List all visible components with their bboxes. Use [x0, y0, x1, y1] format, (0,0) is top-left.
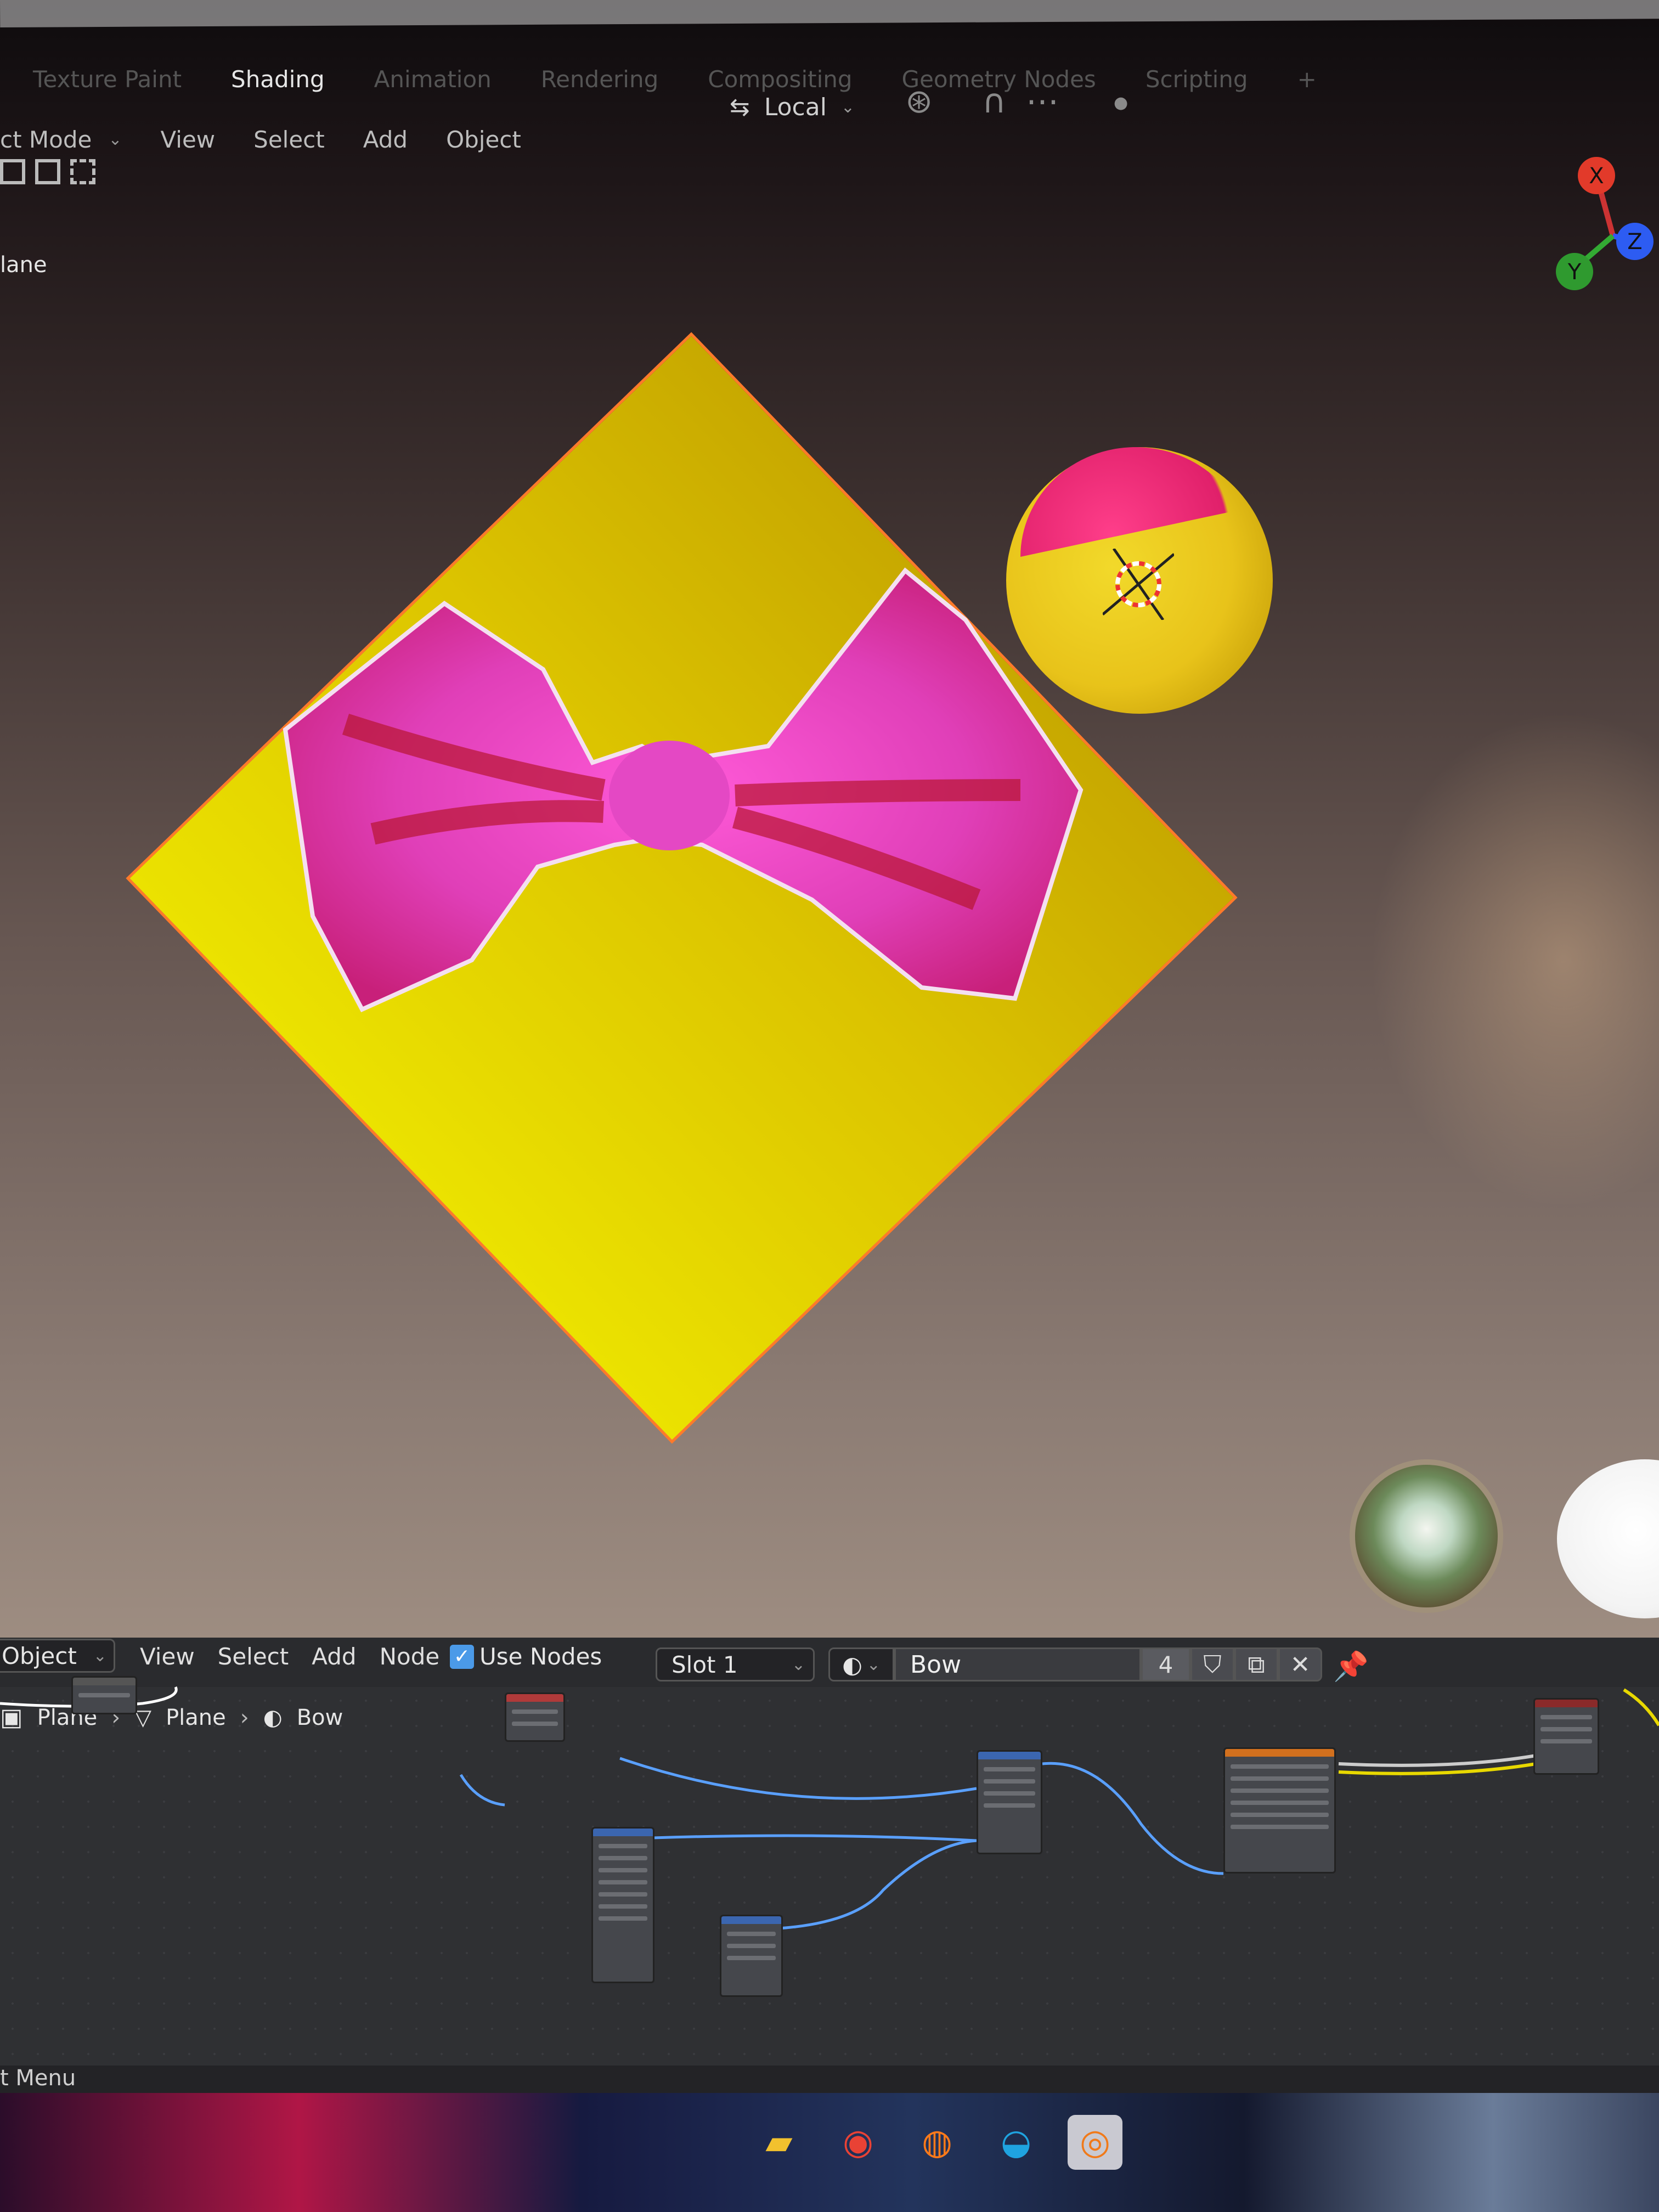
file-explorer-icon[interactable]: ▰ [752, 2115, 806, 2170]
tab-shading[interactable]: Shading [231, 66, 325, 93]
tab-animation[interactable]: Animation [374, 66, 492, 93]
proportional-edit-icon[interactable]: ● [1114, 93, 1128, 112]
gizmo-y-label: Y [1567, 259, 1582, 285]
pivot-point-icon[interactable]: ⊛ [905, 82, 933, 121]
tab-rendering[interactable]: Rendering [541, 66, 658, 93]
lookdev-white-sphere [1557, 1459, 1659, 1618]
windows-taskbar: ▰ ◉ ◍ ◒ ◎ [0, 2093, 1659, 2212]
node-material-output[interactable] [1533, 1698, 1599, 1775]
tab-compositing[interactable]: Compositing [708, 66, 852, 93]
viewport-header: Texture Paint Shading Animation Renderin… [0, 27, 1659, 165]
transform-orientation-dropdown[interactable]: ⇆ Local ⌄ [730, 93, 855, 121]
mode-selector[interactable]: ct Mode ⌄ [0, 126, 122, 153]
select-mode-new-icon[interactable] [0, 159, 25, 184]
menu-object[interactable]: Object [446, 126, 521, 153]
window-title-strip [0, 0, 1659, 27]
object-info: lane [0, 252, 47, 278]
object-name: lane [0, 252, 47, 278]
workspace-tabs: Texture Paint Shading Animation Renderin… [33, 66, 1317, 93]
node-links [0, 1686, 1659, 1930]
status-bar: t Menu [0, 2066, 1659, 2093]
tab-scripting[interactable]: Scripting [1146, 66, 1248, 93]
blender-icon[interactable]: ◎ [1068, 2115, 1122, 2170]
shader-node-editor[interactable]: Object ⌄ View Select Add Node ✓ Use Node… [0, 1638, 1659, 2066]
chevron-down-icon: ⌄ [840, 98, 855, 117]
3d-cursor-icon[interactable] [1103, 549, 1174, 620]
viewport-menu: ct Mode ⌄ View Select Add Object [0, 126, 521, 153]
gizmo-x-label: X [1589, 163, 1604, 189]
tab-texture-paint[interactable]: Texture Paint [33, 66, 182, 93]
node-texture-coordinate[interactable] [505, 1692, 565, 1742]
orientation-icon: ⇆ [730, 93, 750, 121]
edge-icon[interactable]: ◒ [989, 2115, 1043, 2170]
menu-add[interactable]: Add [363, 126, 408, 153]
hdri-preview-sphere [1350, 1459, 1503, 1613]
status-text: t Menu [0, 2066, 76, 2091]
node-image-texture[interactable] [720, 1915, 783, 1997]
chrome-icon[interactable]: ◉ [831, 2115, 885, 2170]
bow-texture [283, 567, 1084, 1013]
taskbar-icons: ▰ ◉ ◍ ◒ ◎ [752, 2115, 1122, 2170]
node-bump[interactable] [977, 1750, 1042, 1854]
navigation-gizmo[interactable]: X Z Y [1553, 148, 1659, 302]
menu-view[interactable]: View [160, 126, 215, 153]
menu-select[interactable]: Select [253, 126, 325, 153]
chevron-down-icon: ⌄ [108, 130, 122, 149]
select-mode-subtract-icon[interactable] [70, 159, 95, 184]
node-small-left[interactable] [71, 1676, 137, 1714]
select-mode-extend-icon[interactable] [35, 159, 60, 184]
add-workspace-button[interactable]: + [1297, 66, 1317, 93]
node-principled-bsdf[interactable] [1223, 1747, 1336, 1874]
firefox-icon[interactable]: ◍ [910, 2115, 964, 2170]
gizmo-z-label: Z [1627, 229, 1642, 255]
mode-label: ct Mode [0, 126, 92, 153]
snap-magnet-icon[interactable]: ∩ [982, 82, 1006, 121]
screen-glare [1372, 713, 1659, 1207]
selection-mode-icons [0, 159, 95, 184]
orientation-label: Local [764, 93, 827, 121]
monitor-screen: Texture Paint Shading Animation Renderin… [0, 0, 1659, 2212]
node-mapping[interactable] [591, 1827, 654, 1983]
snap-increment-icon[interactable]: ⋯ [1026, 82, 1059, 121]
